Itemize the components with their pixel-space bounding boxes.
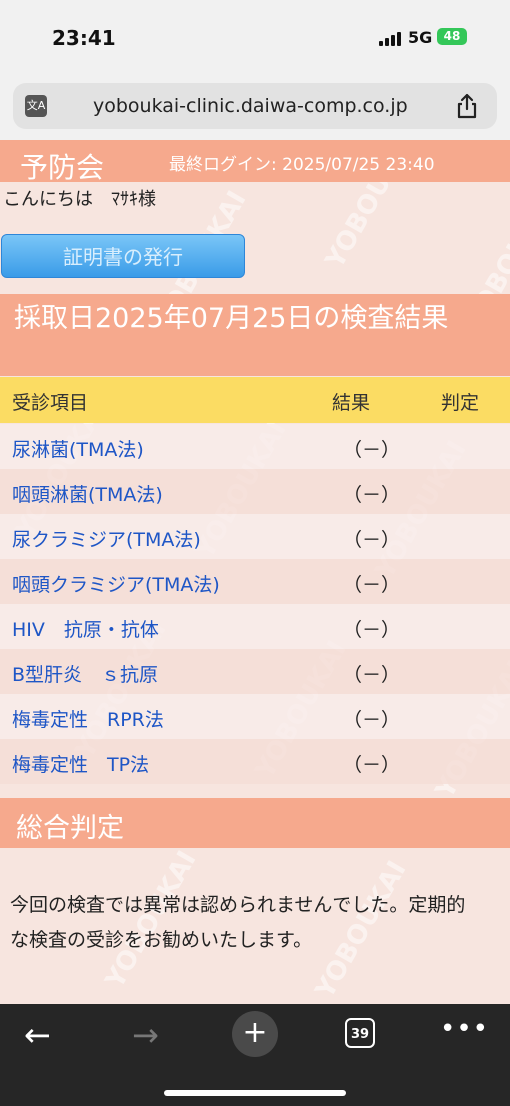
table-row: 梅毒定性 RPR法 （－） (0, 694, 510, 739)
status-bar: 23:41 5G 48 (0, 0, 510, 78)
test-item-link[interactable]: 梅毒定性 TP法 (12, 750, 149, 777)
more-menu-icon[interactable]: ••• (440, 1014, 489, 1044)
forward-arrow-icon[interactable]: → (132, 1016, 159, 1054)
table-header: 受診項目 結果 判定 (0, 377, 510, 423)
signal-icon (379, 30, 403, 46)
test-item-link[interactable]: 咽頭淋菌(TMA法) (12, 480, 163, 507)
site-header: 予防会 最終ログイン: 2025/07/25 23:40 (0, 140, 510, 184)
test-result: （－） (343, 484, 401, 506)
share-icon[interactable] (454, 92, 480, 120)
network-type: 5G (408, 28, 433, 47)
table-row: B型肝炎 ｓ抗原 （－） (0, 649, 510, 694)
table-row: 尿クラミジア(TMA法) （－） (0, 514, 510, 559)
test-item-link[interactable]: 梅毒定性 RPR法 (12, 705, 164, 732)
web-page: YOBOUKAI YOBOUKAI YOBOUKAI YOBOUKAI YOBO… (0, 140, 510, 1004)
battery-icon: 48 (437, 28, 467, 45)
results-title: 採取日2025年07月25日の検査結果 (14, 303, 449, 334)
test-item-link[interactable]: 尿淋菌(TMA法) (12, 435, 144, 462)
table-row: 尿淋菌(TMA法) （－） (0, 424, 510, 469)
table-row: 梅毒定性 TP法 （－） (0, 739, 510, 784)
test-item-link[interactable]: 咽頭クラミジア(TMA法) (12, 570, 220, 597)
table-row: 咽頭クラミジア(TMA法) （－） (0, 559, 510, 604)
translate-icon[interactable]: 文A (25, 95, 47, 117)
test-result: （－） (343, 574, 401, 596)
test-item-link[interactable]: B型肝炎 ｓ抗原 (12, 660, 158, 687)
issue-certificate-button[interactable]: 証明書の発行 (1, 234, 245, 278)
overall-section-header: 総合判定 (0, 798, 510, 848)
last-login: 最終ログイン: 2025/07/25 23:40 (169, 155, 435, 175)
test-result: （－） (343, 709, 401, 731)
battery-level: 48 (443, 29, 461, 43)
results-section-header: 採取日2025年07月25日の検査結果 (0, 294, 510, 376)
tab-count: 39 (350, 1027, 370, 1042)
overall-judgment-text: 今回の検査では異常は認められませんでした。定期的な検査の受診をお勧めいたします。 (10, 894, 466, 951)
header-item: 受診項目 (12, 392, 89, 414)
browser-toolbar: ← → + 39 ••• (0, 1004, 510, 1106)
home-indicator (164, 1090, 346, 1096)
table-row: 咽頭淋菌(TMA法) （－） (0, 469, 510, 514)
table-row: HIV 抗原・抗体 （－） (0, 604, 510, 649)
test-result: （－） (343, 529, 401, 551)
back-arrow-icon[interactable]: ← (24, 1016, 51, 1054)
header-judgment: 判定 (441, 392, 480, 414)
header-result: 結果 (332, 392, 371, 414)
greeting-text: こんにちは ﾏｻｷ様 (3, 189, 156, 210)
test-result: （－） (343, 754, 401, 776)
tab-switcher-button[interactable]: 39 (345, 1018, 375, 1048)
test-result: （－） (343, 619, 401, 641)
address-bar[interactable]: 文A yoboukai-clinic.daiwa-comp.co.jp (13, 83, 497, 129)
url-text[interactable]: yoboukai-clinic.daiwa-comp.co.jp (93, 95, 408, 117)
test-result: （－） (343, 664, 401, 686)
test-item-link[interactable]: HIV 抗原・抗体 (12, 615, 159, 642)
overall-title: 総合判定 (16, 813, 124, 844)
test-item-link[interactable]: 尿クラミジア(TMA法) (12, 525, 201, 552)
status-time: 23:41 (52, 26, 116, 50)
test-result: （－） (343, 439, 401, 461)
site-logo[interactable]: 予防会 (20, 146, 104, 186)
new-tab-plus-icon[interactable]: + (232, 1011, 278, 1057)
